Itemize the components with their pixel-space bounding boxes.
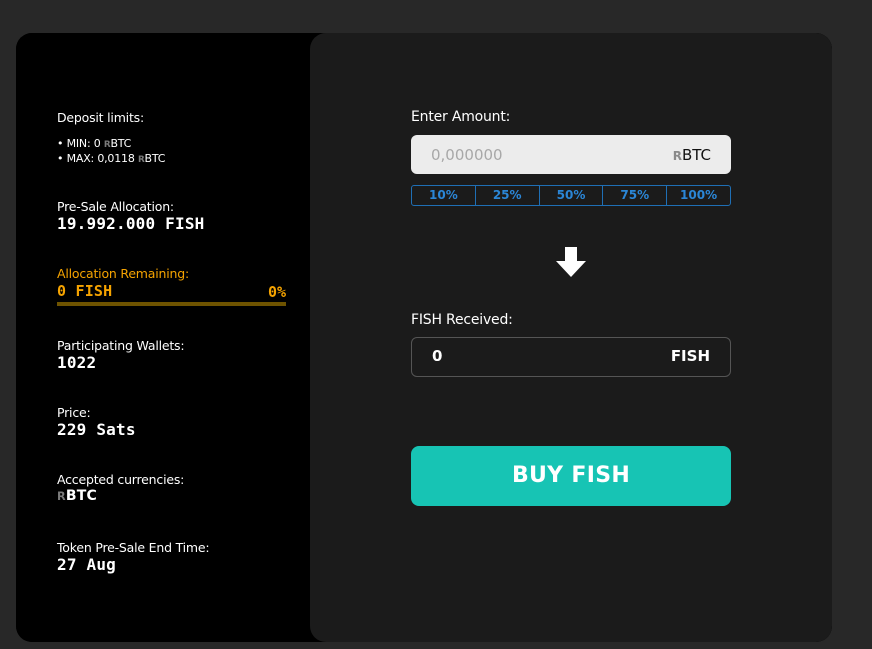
end-time-value: 27 Aug (57, 555, 116, 574)
currency-code: BTC (65, 488, 97, 504)
price-label: Price: (57, 405, 91, 420)
price-value: 229 Sats (57, 420, 136, 439)
arrow-down-icon (556, 247, 586, 277)
fish-received-value: 0 (432, 347, 443, 365)
presale-allocation-label: Pre-Sale Allocation: (57, 199, 174, 214)
deposit-limits-title: Deposit limits: (57, 110, 144, 125)
deposit-min-value: • MIN: 0 (57, 137, 104, 150)
accepted-currencies-label: Accepted currencies: (57, 472, 185, 487)
end-time-label: Token Pre-Sale End Time: (57, 540, 210, 555)
rbtc-mark: R (672, 149, 682, 163)
accepted-currencies-value: RBTC (57, 488, 97, 504)
rbtc-mark: R (57, 490, 66, 503)
presale-info-panel: Deposit limits: • MIN: 0 RBTC • MAX: 0,0… (16, 33, 326, 642)
allocation-remaining-percent: 0% (267, 283, 286, 301)
amount-input[interactable] (431, 135, 631, 174)
deposit-max-value: • MAX: 0,0118 (57, 152, 138, 165)
rbtc-mark: R (137, 155, 145, 165)
percent-25-button[interactable]: 25% (476, 186, 540, 205)
participating-wallets-label: Participating Wallets: (57, 338, 185, 353)
currency-code: BTC (144, 152, 166, 165)
presale-allocation-value: 19.992.000 FISH (57, 214, 205, 233)
percent-100-button[interactable]: 100% (667, 186, 730, 205)
presale-card: Deposit limits: • MIN: 0 RBTC • MAX: 0,0… (16, 33, 832, 642)
deposit-max: • MAX: 0,0118 RBTC (57, 152, 165, 165)
deposit-min: • MIN: 0 RBTC (57, 137, 131, 150)
fish-received-label: FISH Received: (411, 312, 513, 328)
percent-75-button[interactable]: 75% (603, 186, 668, 205)
currency-code: BTC (110, 137, 132, 150)
fish-received-unit: FISH (670, 347, 710, 365)
allocation-progress-bar (57, 302, 286, 306)
amount-unit: RBTC (673, 146, 711, 164)
buy-fish-button[interactable]: BUY FISH (411, 446, 731, 506)
percent-button-group: 10% 25% 50% 75% 100% (411, 185, 731, 206)
allocation-remaining-label: Allocation Remaining: (57, 266, 189, 281)
participating-wallets-value: 1022 (57, 353, 97, 372)
purchase-panel: Enter Amount: RBTC 10% 25% 50% 75% 100% … (310, 33, 832, 642)
allocation-remaining-value: 0 FISH (57, 282, 113, 300)
enter-amount-label: Enter Amount: (411, 109, 511, 125)
currency-code: BTC (681, 146, 711, 164)
percent-50-button[interactable]: 50% (540, 186, 604, 205)
amount-field[interactable]: RBTC (411, 135, 731, 174)
percent-10-button[interactable]: 10% (412, 186, 476, 205)
fish-received-field: 0 FISH (411, 337, 731, 377)
